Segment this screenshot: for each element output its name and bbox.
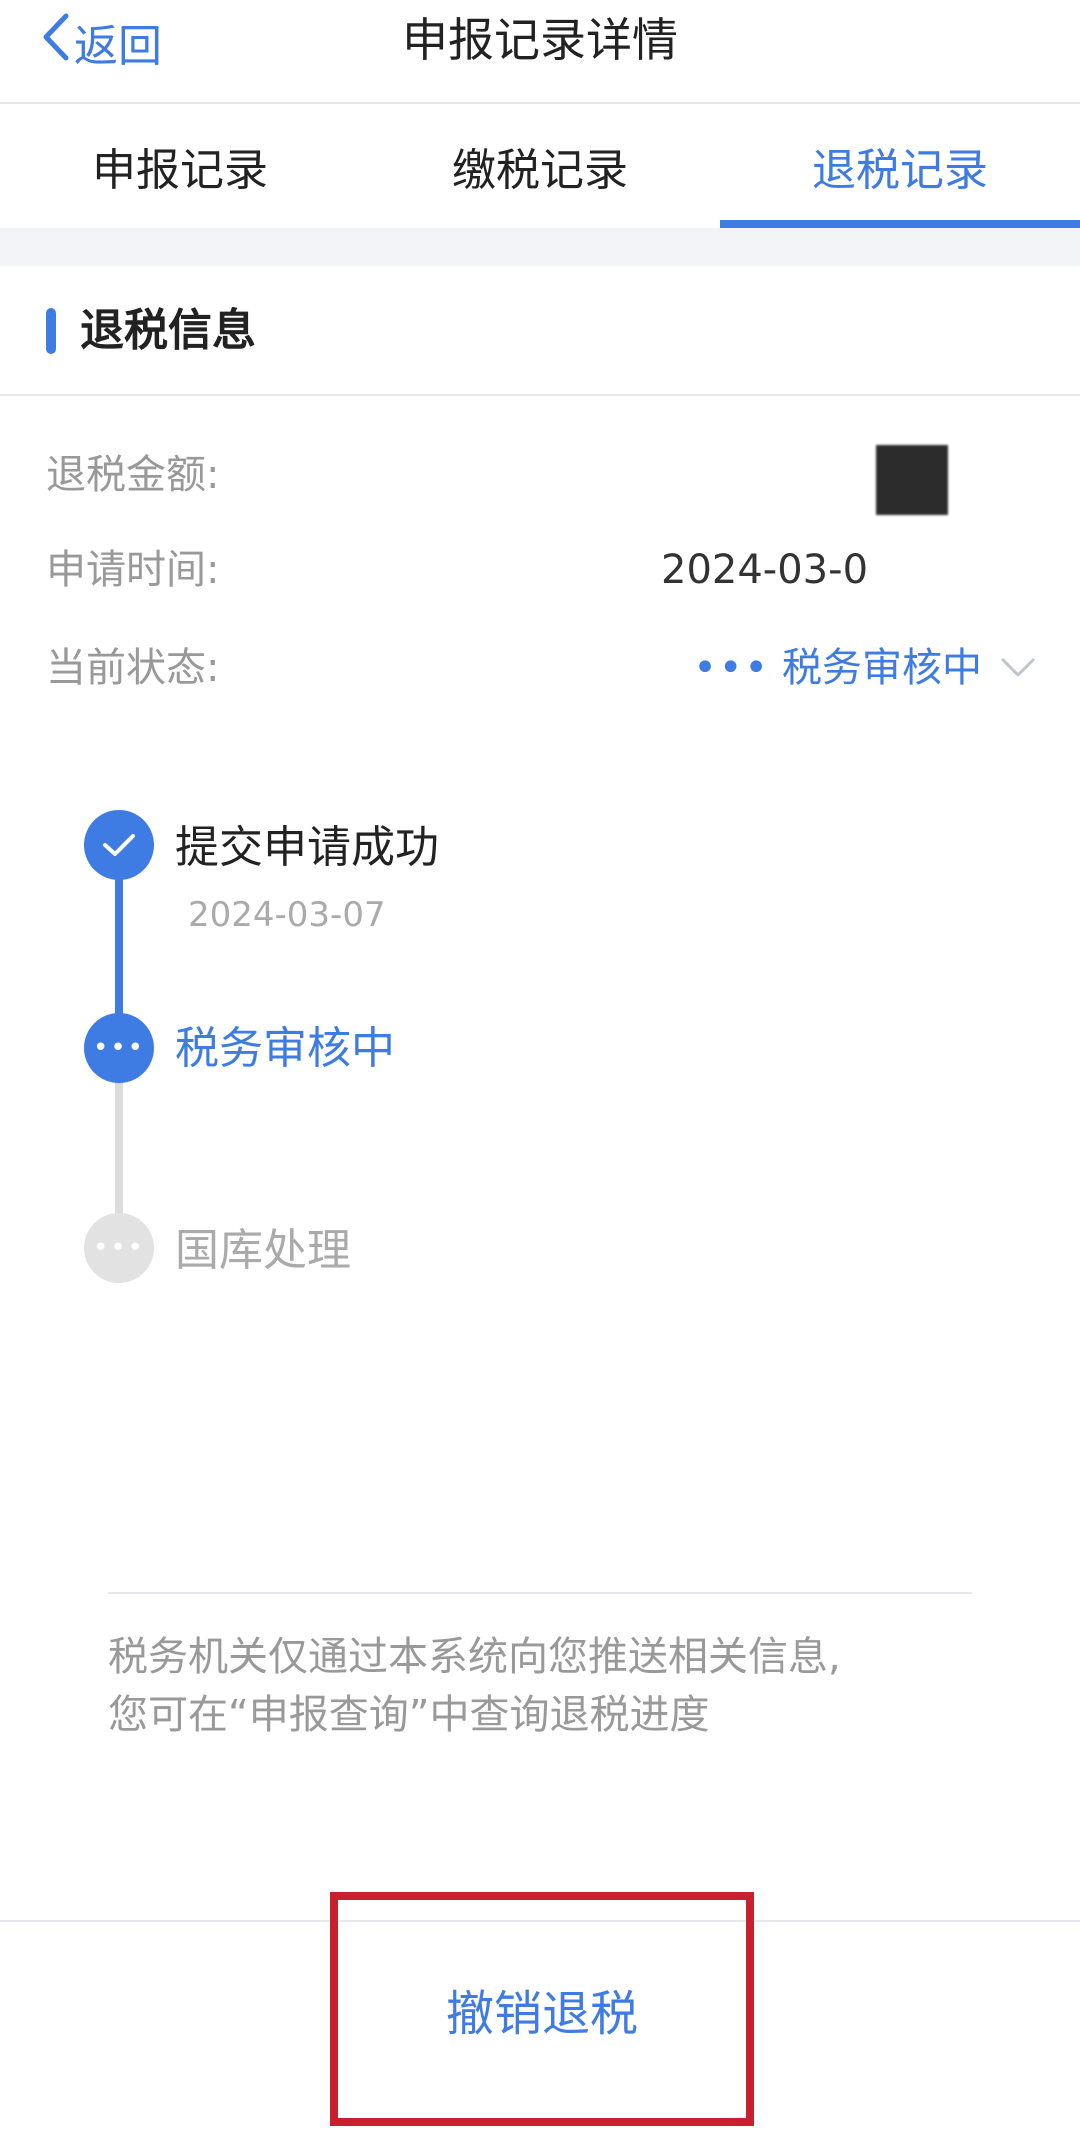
status-row[interactable]: 当前状态: ••• 税务审核中 [46, 638, 1036, 698]
step-review-label: 税务审核中 [175, 1023, 395, 1074]
step-submit-label: 提交申请成功 [175, 822, 439, 873]
redacted-amount [876, 445, 948, 515]
notice-divider [108, 1592, 972, 1594]
tab-refund-records[interactable]: 退税记录 [720, 104, 1080, 228]
tab-declaration-records[interactable]: 申报记录 [0, 104, 360, 228]
notice-text: 税务机关仅通过本系统向您推送相关信息, 您可在“申报查询”中查询退税进度 [108, 1628, 972, 1744]
status-label: 当前状态: [46, 645, 220, 691]
tab-payment-records[interactable]: 缴税记录 [360, 104, 720, 228]
refund-amount-label: 退税金额: [46, 452, 220, 498]
section-accent-bar [46, 308, 56, 354]
notice-line-1: 税务机关仅通过本系统向您推送相关信息, [108, 1634, 841, 1680]
refund-info-header: 退税信息 [0, 266, 1080, 396]
notice-line-2: 您可在“申报查询”中查询退税进度 [108, 1692, 710, 1738]
chevron-down-icon [1000, 656, 1036, 680]
apply-time-label: 申请时间: [46, 547, 220, 593]
record-tabs: 申报记录 缴税记录 退税记录 [0, 104, 1080, 228]
more-dots-icon: ••• [693, 645, 770, 691]
apply-time-row: 申请时间: 2024-03-0 [46, 540, 1036, 600]
step-submit-date: 2024-03-07 [188, 895, 386, 935]
page-title: 申报记录详情 [402, 13, 678, 67]
refund-amount-row: 退税金额: [46, 445, 1036, 515]
step-current-dots-icon: ••• [84, 1013, 154, 1083]
section-gap [0, 228, 1080, 266]
step-treasury-label: 国库处理 [175, 1225, 351, 1276]
status-value[interactable]: ••• 税务审核中 [693, 638, 1036, 698]
section-title: 退税信息 [80, 305, 256, 356]
step-done-check-icon [84, 810, 154, 880]
step-pending-dots-icon: ••• [84, 1213, 154, 1283]
apply-time-value: 2024-03-0 [661, 547, 869, 593]
header-bar: 返回 申报记录详情 [0, 0, 1080, 104]
cancel-refund-button[interactable]: 撤销退税 [330, 1892, 754, 2126]
status-text: 税务审核中 [782, 645, 982, 691]
